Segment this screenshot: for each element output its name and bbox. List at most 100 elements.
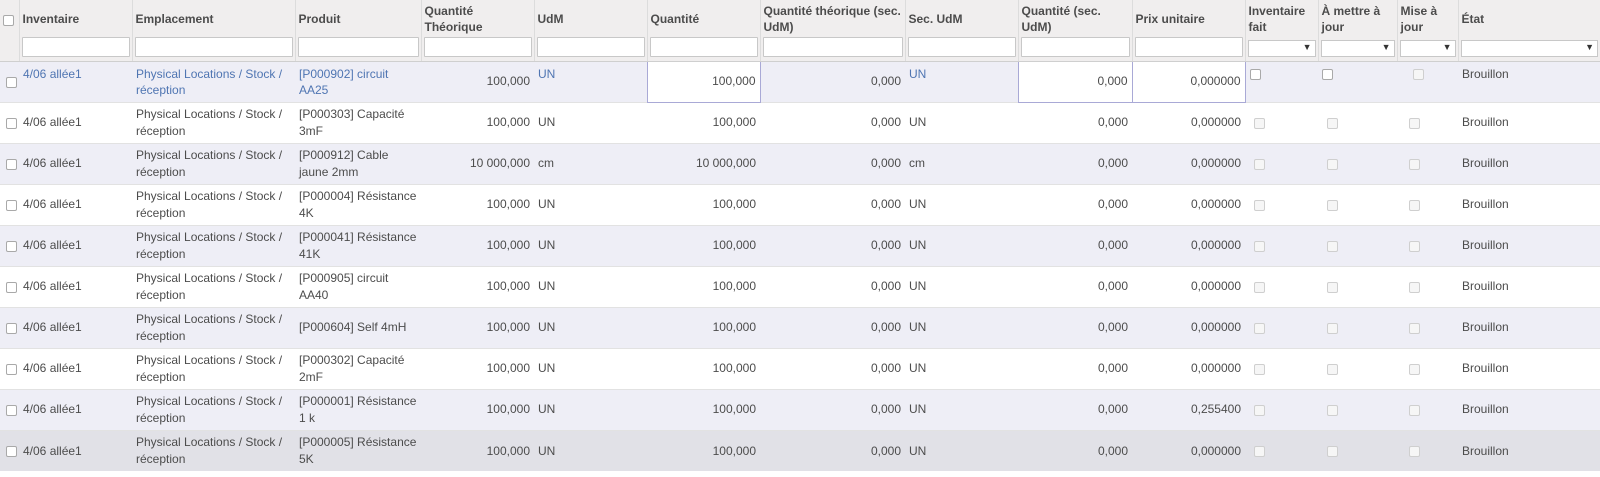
- row-select-checkbox[interactable]: [6, 404, 17, 416]
- table-row[interactable]: 4/06 allée1 Physical Locations / Stock /…: [0, 224, 1600, 266]
- a-mettre-a-jour-checkbox[interactable]: [1322, 68, 1333, 80]
- a-mettre-a-jour-checkbox[interactable]: [1327, 240, 1338, 252]
- filter-produit-input[interactable]: [297, 37, 419, 58]
- header-quantite-theorique-sec[interactable]: Quantité théorique (sec. UdM): [759, 0, 905, 35]
- cell-udm[interactable]: UN: [534, 429, 647, 471]
- cell-quantite-sec[interactable]: 0,000: [1018, 101, 1132, 143]
- cell-quantite[interactable]: 100,000: [646, 60, 761, 103]
- cell-quantite[interactable]: 100,000: [647, 101, 760, 143]
- filter-a-mettre-a-jour-select[interactable]: ▼: [1320, 39, 1395, 57]
- filter-emplacement-input[interactable]: [134, 37, 293, 58]
- filter-quantite-theorique-sec-input[interactable]: [762, 37, 903, 58]
- filter-etat-select[interactable]: ▼: [1460, 39, 1598, 57]
- cell-emplacement[interactable]: Physical Locations / Stock / réception: [132, 306, 295, 348]
- cell-inventaire[interactable]: 4/06 allée1: [19, 142, 132, 184]
- cell-inventaire[interactable]: 4/06 allée1: [19, 347, 132, 389]
- cell-sec-udm[interactable]: UN: [905, 429, 1018, 471]
- cell-quantite-sec[interactable]: 0,000: [1018, 183, 1132, 225]
- cell-inventaire[interactable]: 4/06 allée1: [19, 60, 132, 102]
- cell-quantite-sec[interactable]: 0,000: [1018, 388, 1132, 430]
- cell-sec-udm[interactable]: UN: [905, 101, 1018, 143]
- table-row[interactable]: 4/06 allée1 Physical Locations / Stock /…: [0, 183, 1600, 225]
- filter-mise-a-jour-select[interactable]: ▼: [1399, 39, 1456, 57]
- row-select-checkbox[interactable]: [6, 199, 17, 211]
- row-select-checkbox[interactable]: [6, 322, 17, 334]
- cell-produit[interactable]: [P000001] Résistance 1 k: [295, 388, 421, 430]
- cell-produit[interactable]: [P000004] Résistance 4K: [295, 183, 421, 225]
- table-row[interactable]: 4/06 allée1 Physical Locations / Stock /…: [0, 101, 1600, 143]
- cell-prix-unitaire[interactable]: 0,000000: [1132, 265, 1245, 307]
- cell-emplacement[interactable]: Physical Locations / Stock / réception: [132, 142, 295, 184]
- cell-quantite[interactable]: 100,000: [647, 347, 760, 389]
- header-mise-a-jour[interactable]: Mise à jour: [1396, 0, 1458, 35]
- cell-inventaire[interactable]: 4/06 allée1: [19, 101, 132, 143]
- a-mettre-a-jour-checkbox[interactable]: [1327, 199, 1338, 211]
- cell-prix-unitaire[interactable]: 0,000000: [1132, 142, 1245, 184]
- cell-quantite-sec[interactable]: 0,000: [1018, 224, 1132, 266]
- a-mettre-a-jour-checkbox[interactable]: [1327, 404, 1338, 416]
- filter-udm-input[interactable]: [536, 37, 645, 58]
- cell-udm[interactable]: UN: [534, 306, 647, 348]
- header-produit[interactable]: Produit: [294, 0, 421, 35]
- cell-produit[interactable]: [P000041] Résistance 41K: [295, 224, 421, 266]
- a-mettre-a-jour-checkbox[interactable]: [1327, 158, 1338, 170]
- cell-sec-udm[interactable]: UN: [905, 224, 1018, 266]
- cell-inventaire[interactable]: 4/06 allée1: [19, 183, 132, 225]
- cell-udm[interactable]: UN: [534, 60, 647, 102]
- header-select-all[interactable]: [0, 0, 19, 35]
- a-mettre-a-jour-checkbox[interactable]: [1327, 281, 1338, 293]
- cell-quantite-sec[interactable]: 0,000: [1018, 347, 1132, 389]
- filter-quantite-input[interactable]: [649, 37, 758, 58]
- header-etat[interactable]: État: [1457, 0, 1600, 35]
- cell-produit[interactable]: [P000912] Cable jaune 2mm: [295, 142, 421, 184]
- cell-quantite[interactable]: 100,000: [647, 388, 760, 430]
- a-mettre-a-jour-checkbox[interactable]: [1327, 445, 1338, 457]
- cell-quantite[interactable]: 100,000: [647, 265, 760, 307]
- row-select-checkbox[interactable]: [6, 281, 17, 293]
- inventaire-fait-checkbox[interactable]: [1254, 404, 1265, 416]
- inventaire-fait-checkbox[interactable]: [1254, 322, 1265, 334]
- header-quantite[interactable]: Quantité: [646, 0, 760, 35]
- inventaire-fait-checkbox[interactable]: [1254, 445, 1265, 457]
- header-a-mettre-a-jour[interactable]: À mettre à jour: [1317, 0, 1397, 35]
- cell-produit[interactable]: [P000905] circuit AA40: [295, 265, 421, 307]
- inventaire-fait-checkbox[interactable]: [1254, 281, 1265, 293]
- cell-sec-udm[interactable]: UN: [905, 388, 1018, 430]
- cell-quantite-sec[interactable]: 0,000: [1018, 429, 1132, 471]
- cell-inventaire[interactable]: 4/06 allée1: [19, 265, 132, 307]
- row-select-checkbox[interactable]: [6, 76, 17, 88]
- cell-udm[interactable]: UN: [534, 388, 647, 430]
- cell-udm[interactable]: UN: [534, 224, 647, 266]
- inventaire-fait-checkbox[interactable]: [1249, 68, 1261, 80]
- table-row[interactable]: 4/06 allée1 Physical Locations / Stock /…: [0, 265, 1600, 307]
- cell-inventaire[interactable]: 4/06 allée1: [19, 224, 132, 266]
- header-quantite-sec[interactable]: Quantité (sec. UdM): [1017, 0, 1132, 35]
- a-mettre-a-jour-checkbox[interactable]: [1327, 363, 1338, 375]
- cell-prix-unitaire[interactable]: 0,255400: [1132, 388, 1245, 430]
- cell-udm[interactable]: UN: [534, 347, 647, 389]
- cell-udm[interactable]: UN: [534, 101, 647, 143]
- cell-emplacement[interactable]: Physical Locations / Stock / réception: [132, 101, 295, 143]
- cell-prix-unitaire[interactable]: 0,000000: [1132, 183, 1245, 225]
- cell-sec-udm[interactable]: UN: [905, 183, 1018, 225]
- cell-prix-unitaire[interactable]: 0,000000: [1132, 306, 1245, 348]
- cell-quantite[interactable]: 100,000: [647, 183, 760, 225]
- cell-udm[interactable]: UN: [534, 183, 647, 225]
- cell-produit[interactable]: [P000604] Self 4mH: [295, 306, 421, 348]
- cell-sec-udm[interactable]: UN: [905, 347, 1018, 389]
- cell-prix-unitaire[interactable]: 0,000000: [1132, 101, 1245, 143]
- cell-inventaire[interactable]: 4/06 allée1: [19, 388, 132, 430]
- cell-emplacement[interactable]: Physical Locations / Stock / réception: [132, 388, 295, 430]
- cell-produit[interactable]: [P000303] Capacité 3mF: [295, 101, 421, 143]
- cell-quantite[interactable]: 100,000: [647, 429, 760, 471]
- cell-prix-unitaire[interactable]: 0,000000: [1132, 429, 1245, 471]
- filter-sec-udm-input[interactable]: [907, 37, 1016, 58]
- cell-emplacement[interactable]: Physical Locations / Stock / réception: [132, 60, 295, 102]
- header-quantite-theorique[interactable]: Quantité Théorique: [420, 0, 534, 35]
- inventaire-fait-checkbox[interactable]: [1254, 240, 1265, 252]
- cell-quantite[interactable]: 10 000,000: [647, 142, 760, 184]
- table-row[interactable]: 4/06 allée1 Physical Locations / Stock /…: [0, 60, 1600, 103]
- filter-inventaire-input[interactable]: [21, 37, 130, 58]
- inventaire-fait-checkbox[interactable]: [1254, 158, 1265, 170]
- select-all-checkbox[interactable]: [3, 15, 14, 27]
